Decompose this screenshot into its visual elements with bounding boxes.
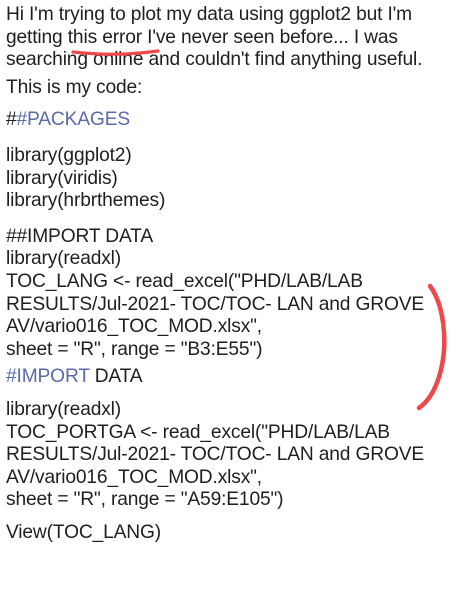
- intro-line-2: getting this error I've never seen befor…: [6, 27, 460, 50]
- intro-paragraph: Hi I'm trying to plot my data using ggpl…: [6, 4, 460, 72]
- import-header-1: ##IMPORT DATA: [6, 225, 153, 247]
- post-body: Hi I'm trying to plot my data using ggpl…: [6, 4, 460, 544]
- import-header-2: #IMPORT DATA: [6, 366, 460, 389]
- intro-line-2-after: I've never seen before... I was: [141, 26, 398, 48]
- code-line: library(readxl): [6, 248, 122, 270]
- code-line: AV/vario016_TOC_MOD.xlsx",: [6, 316, 262, 338]
- code-line: library(viridis): [6, 167, 118, 189]
- code-line: sheet = "R", range = "B3:E55"): [6, 338, 263, 360]
- code-line: RESULTS/Jul-2021- TOC/TOC- LAN and GROVE: [6, 444, 425, 466]
- intro-line-2-before: getting: [6, 26, 68, 48]
- packages-block: library(ggplot2) library(viridis) librar…: [6, 145, 460, 213]
- import-hashtag-link[interactable]: #IMPORT: [6, 366, 90, 387]
- code-line: TOC_LANG <- read_excel("PHD/LAB/LAB: [6, 270, 363, 292]
- code-line: TOC_PORTGA <- read_excel("PHD/LAB/LAB: [6, 421, 390, 443]
- code-line: library(ggplot2): [6, 144, 132, 166]
- highlighted-phrase: this error: [67, 26, 142, 48]
- code-line: sheet = "R", range = "A59:E105"): [6, 489, 284, 511]
- intro-line-1: Hi I'm trying to plot my data using ggpl…: [6, 4, 413, 25]
- hash-plain: #: [6, 109, 17, 131]
- packages-hashtag-link[interactable]: #PACKAGES: [17, 109, 131, 130]
- code-label: This is my code:: [6, 76, 143, 98]
- packages-header: ##PACKAGES: [6, 109, 460, 132]
- code-line: RESULTS/Jul-2021- TOC/TOC- LAN and GROVE: [6, 293, 425, 315]
- import-block-2: library(readxl) TOC_PORTGA <- read_excel…: [6, 399, 460, 512]
- import-block-1: ##IMPORT DATA library(readxl) TOC_LANG <…: [6, 226, 460, 362]
- intro-line-3: searching online and couldn't find anyth…: [6, 49, 423, 71]
- code-line: library(hrbrthemes): [6, 190, 166, 212]
- view-line: View(TOC_LANG): [6, 521, 161, 543]
- code-line: library(readxl): [6, 398, 122, 420]
- import-header-2-rest: DATA: [89, 366, 143, 388]
- code-line: AV/vario016_TOC_MOD.xlsx",: [6, 466, 262, 488]
